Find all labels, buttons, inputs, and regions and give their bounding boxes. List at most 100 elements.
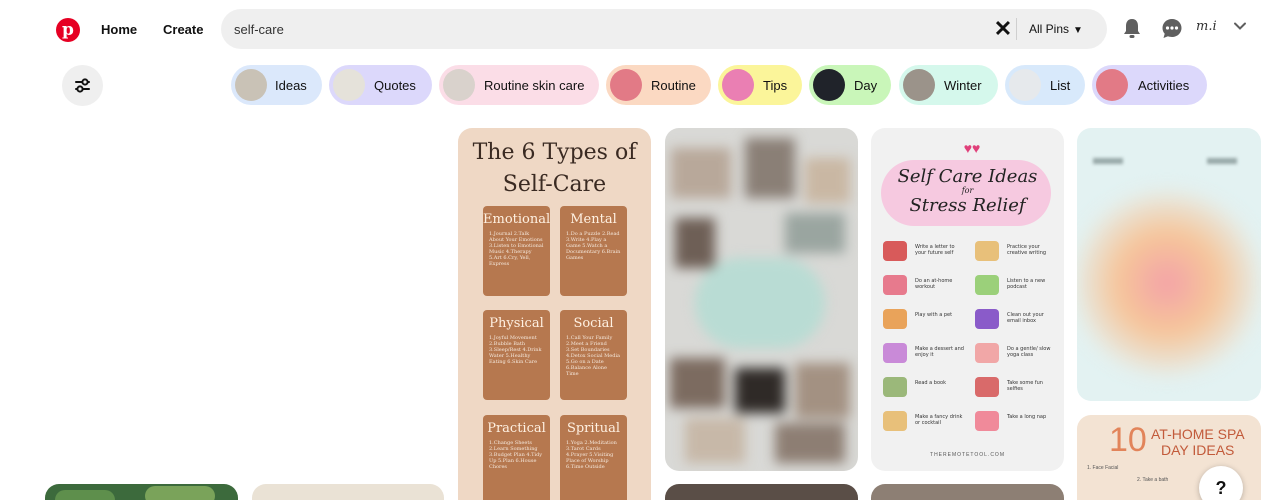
chat-icon[interactable]	[1158, 15, 1186, 43]
spa-title: DAY IDEAS	[1161, 442, 1235, 458]
pin-card-types-of-self-care[interactable]: The 6 Types of Self-Care Emotional 1.Jou…	[458, 128, 651, 500]
pin-card[interactable]	[45, 484, 238, 500]
letter-icon	[883, 241, 907, 261]
spa-title: AT-HOME SPA	[1151, 426, 1245, 442]
pin-card-blurred-collage[interactable]	[665, 128, 858, 471]
pin-card-blurred-gradient[interactable]	[1077, 128, 1261, 401]
pet-icon	[883, 309, 907, 329]
type-card-practical: Practical 1.Change Sheets 2.Learn Someth…	[483, 415, 550, 500]
spa-number: 10	[1109, 421, 1147, 459]
dessert-icon	[883, 343, 907, 363]
chip-label: Routine	[651, 78, 696, 93]
type-card-social: Social 1.Call Your Family 2.Meet a Frien…	[560, 310, 627, 400]
type-card-emotional: Emotional 1.Journal 2.Talk About Your Em…	[483, 206, 550, 296]
chip-label: Winter	[944, 78, 982, 93]
chip-thumbnail	[813, 69, 845, 101]
hearts-icon: ♥♥	[963, 140, 981, 156]
type-title: Mental	[570, 212, 617, 227]
pin-title: Self-Care	[502, 172, 607, 197]
nav-home-link[interactable]: Home	[101, 22, 137, 37]
idea-item: Play with a pet	[915, 312, 953, 318]
spa-item: 2. Take a bath	[1137, 477, 1169, 483]
idea-item: Make a dessert and enjoy it	[915, 346, 964, 358]
chip-day[interactable]: Day	[809, 65, 891, 105]
pin-card-stress-relief[interactable]: ♥♥ Self Care Ideas for Stress Relief Wri…	[871, 128, 1064, 471]
pin-type-dropdown[interactable]: All Pins ▼	[1029, 22, 1083, 36]
pin-card[interactable]	[665, 484, 858, 500]
chip-label: List	[1050, 78, 1071, 93]
headphones-icon	[975, 275, 999, 295]
chip-label: Ideas	[275, 78, 307, 93]
read-book-icon	[883, 377, 907, 397]
chip-label: Quotes	[374, 78, 416, 93]
book-icon	[975, 241, 999, 261]
pin-type-label: All Pins	[1029, 22, 1070, 36]
chip-thumbnail	[610, 69, 642, 101]
selfie-icon	[975, 377, 999, 397]
pin-image	[55, 490, 115, 500]
pin-card[interactable]	[252, 484, 444, 500]
pin-title: Self Care Ideas	[897, 166, 1038, 187]
bell-icon[interactable]	[1118, 15, 1146, 43]
pinterest-logo-icon[interactable]: p	[56, 18, 80, 42]
chip-routine-skin-care[interactable]: Routine skin care	[439, 65, 599, 105]
type-title: Spritual	[566, 421, 621, 436]
account-chevron-down-icon[interactable]	[1233, 19, 1247, 33]
chip-tips[interactable]: Tips	[718, 65, 802, 105]
drink-icon	[883, 411, 907, 431]
type-items: 1.Yoga 2.Meditation 3.Tarot Cards 4.Pray…	[566, 440, 617, 470]
blur-text	[1093, 158, 1123, 164]
idea-item: Do an at-home workout	[915, 278, 953, 290]
idea-item: Read a book	[915, 380, 946, 386]
idea-item: Take some fun selfies	[1007, 380, 1043, 392]
type-card-mental: Mental 1.Do a Puzzle 2.Read 3.Write 4.Pl…	[560, 206, 627, 296]
chip-activities[interactable]: Activities	[1092, 65, 1207, 105]
pin-card[interactable]	[871, 484, 1064, 500]
avatar[interactable]: m.i	[1196, 19, 1222, 39]
chip-ideas[interactable]: Ideas	[231, 65, 322, 105]
idea-item: Clean out your email inbox	[1007, 312, 1044, 324]
nav-create-link[interactable]: Create	[163, 22, 203, 37]
type-items: 1.Do a Puzzle 2.Read 3.Write 4.Play a Ga…	[566, 231, 621, 261]
type-card-spritual: Spritual 1.Yoga 2.Meditation 3.Tarot Car…	[560, 415, 627, 500]
pin-image	[665, 128, 858, 471]
type-items: 1.Change Sheets 2.Learn Something 3.Budg…	[489, 440, 543, 470]
chip-label: Activities	[1138, 78, 1190, 93]
search-input[interactable]: self-care	[234, 22, 284, 37]
chip-list[interactable]: List	[1005, 65, 1085, 105]
chip-label: Tips	[763, 78, 788, 93]
pin-title: Stress Relief	[909, 195, 1026, 216]
chip-thumbnail	[1096, 69, 1128, 101]
type-title: Social	[573, 316, 614, 331]
blur-text	[1207, 158, 1237, 164]
chip-thumbnail	[235, 69, 267, 101]
pin-title-for: for	[961, 186, 974, 195]
pin-title: The 6 Types of	[472, 140, 637, 165]
search-bar[interactable]: self-care ✕ All Pins ▼	[221, 9, 1107, 49]
chip-quotes[interactable]: Quotes	[329, 65, 432, 105]
type-title: Emotional	[483, 212, 551, 227]
email-icon	[975, 309, 999, 329]
type-title: Practical	[487, 421, 546, 436]
chip-label: Day	[854, 78, 878, 93]
search-divider	[1016, 18, 1017, 40]
pin-image	[145, 486, 215, 500]
logo-letter: p	[62, 20, 74, 40]
chevron-down-icon: ▼	[1073, 25, 1083, 36]
idea-item: Listen to a new podcast	[1007, 278, 1046, 290]
idea-item: Write a letter to your future self	[915, 244, 955, 256]
close-icon[interactable]: ✕	[990, 16, 1016, 42]
idea-item: Do a gentle/ slow yoga class	[1007, 346, 1051, 358]
yoga-icon	[975, 343, 999, 363]
chip-thumbnail	[333, 69, 365, 101]
chip-thumbnail	[903, 69, 935, 101]
chip-routine[interactable]: Routine	[606, 65, 711, 105]
chip-winter[interactable]: Winter	[899, 65, 998, 105]
chip-thumbnail	[722, 69, 754, 101]
type-title: Physical	[489, 316, 544, 331]
nap-icon	[975, 411, 999, 431]
spa-item: 1. Face Facial	[1087, 465, 1119, 471]
sliders-icon	[75, 78, 90, 93]
filters-button[interactable]	[62, 65, 103, 106]
chip-thumbnail	[1009, 69, 1041, 101]
